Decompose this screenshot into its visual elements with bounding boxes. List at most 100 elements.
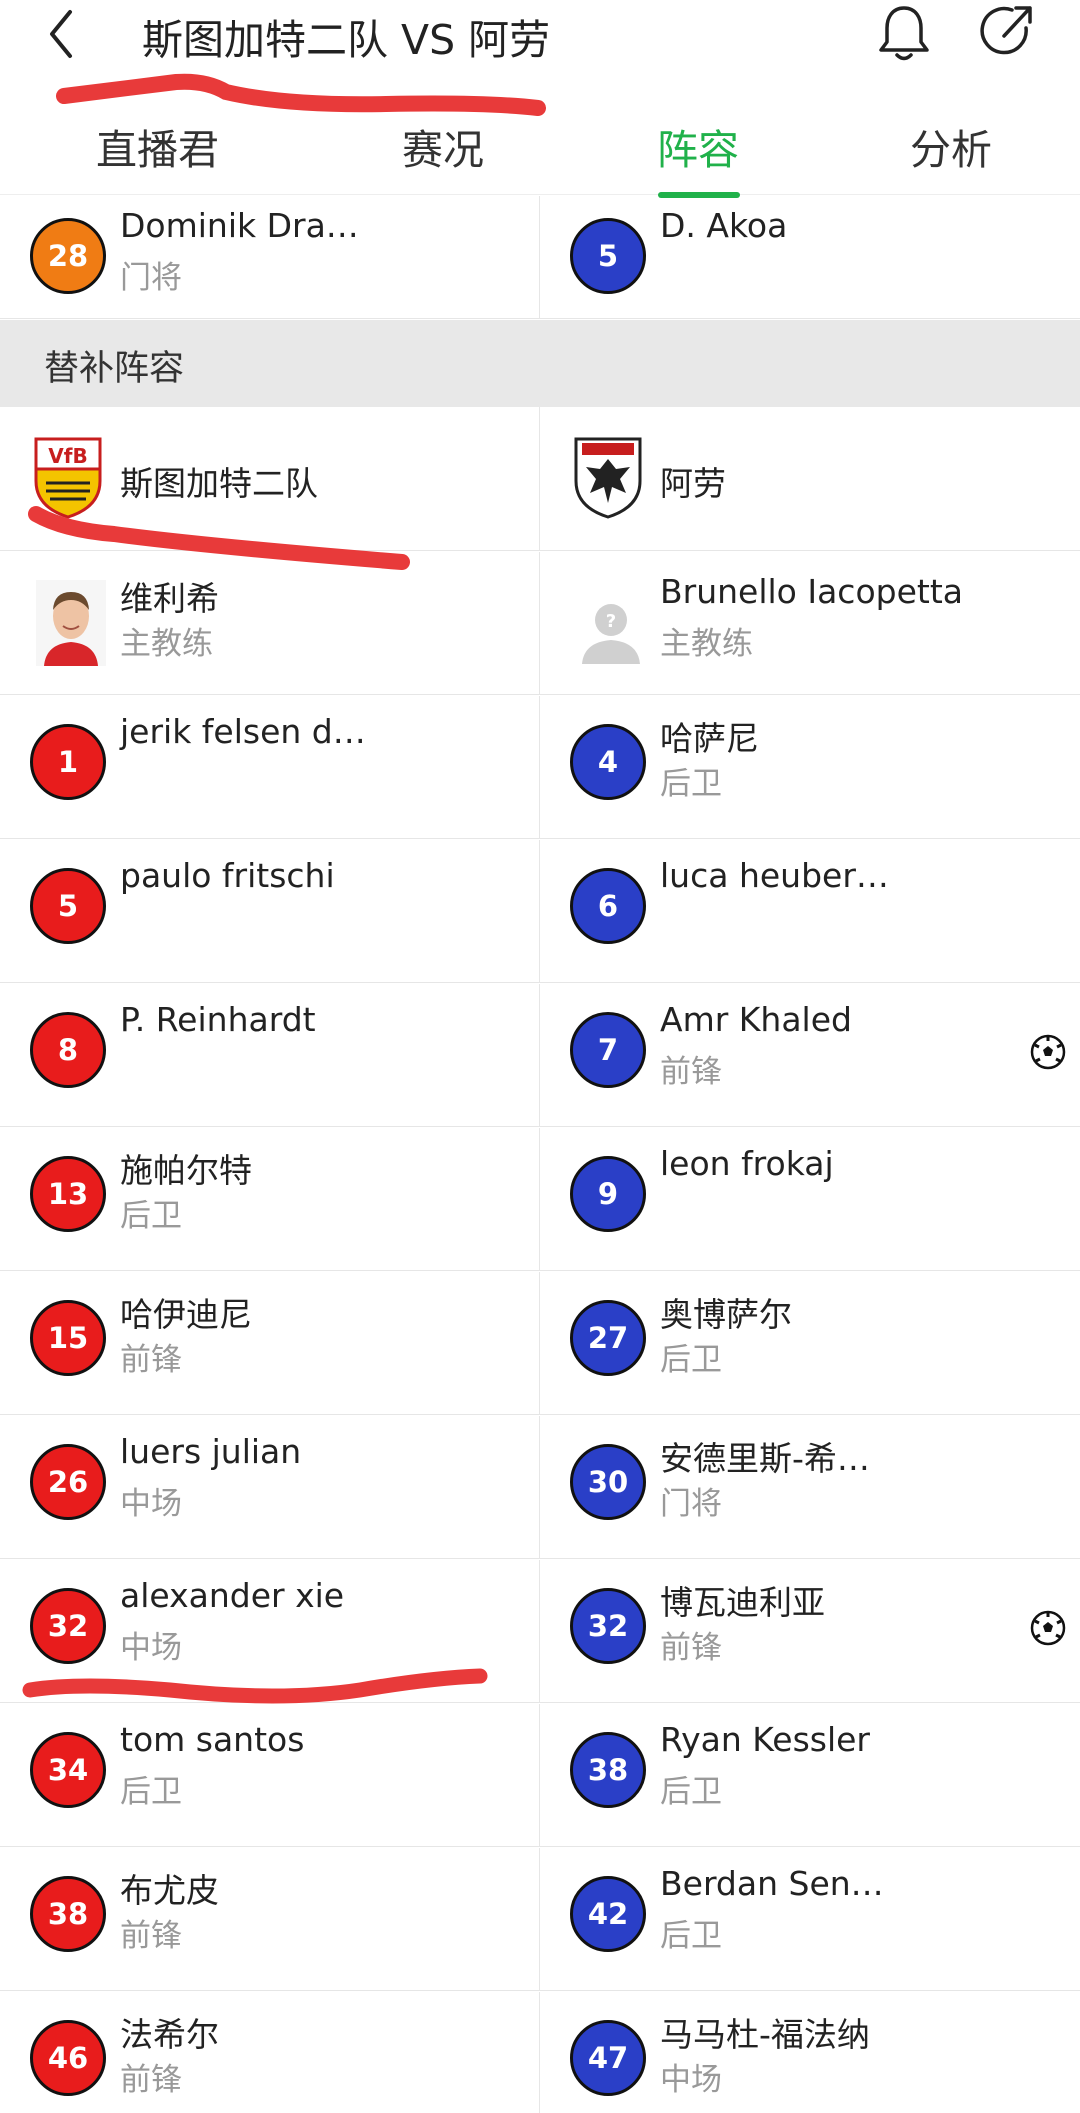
player-row: 15 哈伊迪尼 前锋 27 奥博萨尔 后卫 — [0, 1272, 1080, 1415]
home-player[interactable]: 8 P. Reinhardt — [0, 984, 540, 1126]
player-name: 马马杜-福法纳 — [660, 2015, 870, 2054]
player-position: 前锋 — [120, 1918, 182, 1954]
away-player[interactable]: 6 luca heuber… — [540, 840, 1080, 982]
player-name: jerik felsen d… — [120, 712, 366, 751]
away-coach[interactable]: ? Brunello Iacopetta 主教练 — [540, 552, 1080, 694]
player-row: 32 alexander xie 中场 32 博瓦迪利亚 前锋 — [0, 1560, 1080, 1703]
jersey-number-badge: 4 — [570, 724, 646, 800]
away-player[interactable]: 30 安德里斯-希… 门将 — [540, 1416, 1080, 1558]
away-player[interactable]: 42 Berdan Sen… 后卫 — [540, 1848, 1080, 1990]
player-name: Dominik Dra… — [120, 206, 359, 245]
player-name: 哈萨尼 — [660, 719, 759, 758]
tab-lineup[interactable]: 阵容 — [657, 116, 739, 176]
jersey-number-badge: 1 — [30, 724, 106, 800]
share-icon[interactable] — [978, 2, 1038, 62]
player-position: 后卫 — [120, 1774, 182, 1810]
jersey-number-badge: 5 — [570, 218, 646, 294]
away-player[interactable]: 5 D. Akoa — [540, 196, 1080, 318]
away-player[interactable]: 9 leon frokaj — [540, 1128, 1080, 1270]
page-title: 斯图加特二队 VS 阿劳 — [142, 16, 551, 64]
jersey-number-badge: 7 — [570, 1012, 646, 1088]
jersey-number-badge: 47 — [570, 2020, 646, 2096]
player-position: 后卫 — [660, 1342, 722, 1378]
bench-section-header: 替补阵容 — [0, 320, 1080, 407]
home-team[interactable]: VfB 斯图加特二队 — [0, 407, 540, 550]
away-team-crest-icon — [572, 435, 644, 521]
player-name: 布尤皮 — [120, 1871, 219, 1910]
coach-avatar — [36, 580, 106, 666]
away-player[interactable]: 27 奥博萨尔 后卫 — [540, 1272, 1080, 1414]
coach-name: 维利希 — [120, 579, 219, 618]
player-name: 法希尔 — [120, 2015, 219, 2054]
jersey-number-badge: 8 — [30, 1012, 106, 1088]
home-player[interactable]: 28 Dominik Dra… 门将 — [0, 196, 540, 318]
away-player[interactable]: 4 哈萨尼 后卫 — [540, 696, 1080, 838]
coach-role: 主教练 — [120, 626, 213, 662]
jersey-number-badge: 15 — [30, 1300, 106, 1376]
player-row: 5 paulo fritschi 6 luca heuber… — [0, 840, 1080, 983]
home-player[interactable]: 1 jerik felsen d… — [0, 696, 540, 838]
player-name: luca heuber… — [660, 856, 889, 895]
home-coach[interactable]: 维利希 主教练 — [0, 552, 540, 694]
away-player[interactable]: 47 马马杜-福法纳 中场 — [540, 1992, 1080, 2113]
svg-text:VfB: VfB — [48, 444, 87, 468]
away-player[interactable]: 32 博瓦迪利亚 前锋 — [540, 1560, 1080, 1702]
tab-bar: 直播君 赛况 阵容 分析 — [0, 100, 1080, 198]
player-name: D. Akoa — [660, 206, 788, 245]
player-position: 门将 — [120, 260, 182, 296]
coach-placeholder-icon: ? — [576, 580, 646, 666]
coach-role: 主教练 — [660, 626, 753, 662]
player-name: 奥博萨尔 — [660, 1295, 792, 1334]
home-player[interactable]: 26 luers julian 中场 — [0, 1416, 540, 1558]
player-name: 安德里斯-希… — [660, 1439, 870, 1478]
jersey-number-badge: 6 — [570, 868, 646, 944]
away-team[interactable]: 阿劳 — [540, 407, 1080, 550]
tab-match-status[interactable]: 赛况 — [402, 116, 484, 176]
player-position: 中场 — [660, 2062, 722, 2098]
player-position: 后卫 — [120, 1198, 182, 1234]
player-row: 8 P. Reinhardt 7 Amr Khaled 前锋 — [0, 984, 1080, 1127]
jersey-number-badge: 27 — [570, 1300, 646, 1376]
player-position: 门将 — [660, 1486, 722, 1522]
home-player[interactable]: 38 布尤皮 前锋 — [0, 1848, 540, 1990]
jersey-number-badge: 13 — [30, 1156, 106, 1232]
home-player[interactable]: 34 tom santos 后卫 — [0, 1704, 540, 1846]
home-player[interactable]: 15 哈伊迪尼 前锋 — [0, 1272, 540, 1414]
team-row: VfB 斯图加特二队 阿劳 — [0, 407, 1080, 551]
away-player[interactable]: 38 Ryan Kessler 后卫 — [540, 1704, 1080, 1846]
tab-live[interactable]: 直播君 — [96, 116, 219, 176]
player-row: 28 Dominik Dra… 门将 5 D. Akoa — [0, 196, 1080, 319]
player-name: luers julian — [120, 1432, 302, 1471]
home-player[interactable]: 5 paulo fritschi — [0, 840, 540, 982]
bell-icon[interactable] — [874, 2, 934, 64]
top-bar: 斯图加特二队 VS 阿劳 — [0, 0, 1080, 80]
away-team-name: 阿劳 — [660, 464, 726, 503]
soccer-ball-icon — [1030, 1610, 1066, 1646]
back-chevron-icon[interactable] — [40, 8, 88, 60]
player-position: 前锋 — [660, 1630, 722, 1666]
player-name: tom santos — [120, 1720, 305, 1759]
player-name: P. Reinhardt — [120, 1000, 316, 1039]
jersey-number-badge: 38 — [570, 1732, 646, 1808]
player-name: Berdan Sen… — [660, 1864, 884, 1903]
player-position: 前锋 — [120, 1342, 182, 1378]
player-position: 后卫 — [660, 766, 722, 802]
player-row: 46 法希尔 前锋 47 马马杜-福法纳 中场 — [0, 1992, 1080, 2113]
coach-name: Brunello Iacopetta — [660, 572, 963, 611]
jersey-number-badge: 38 — [30, 1876, 106, 1952]
section-title: 替补阵容 — [44, 349, 185, 389]
home-player[interactable]: 32 alexander xie 中场 — [0, 1560, 540, 1702]
jersey-number-badge: 46 — [30, 2020, 106, 2096]
jersey-number-badge: 5 — [30, 868, 106, 944]
player-position: 中场 — [120, 1630, 182, 1666]
player-name: 博瓦迪利亚 — [660, 1583, 825, 1622]
jersey-number-badge: 26 — [30, 1444, 106, 1520]
away-player[interactable]: 7 Amr Khaled 前锋 — [540, 984, 1080, 1126]
jersey-number-badge: 34 — [30, 1732, 106, 1808]
home-player[interactable]: 13 施帕尔特 后卫 — [0, 1128, 540, 1270]
player-name: Amr Khaled — [660, 1000, 852, 1039]
tab-analysis[interactable]: 分析 — [910, 116, 992, 176]
home-player[interactable]: 46 法希尔 前锋 — [0, 1992, 540, 2113]
home-team-name: 斯图加特二队 — [120, 464, 318, 503]
player-row: 38 布尤皮 前锋 42 Berdan Sen… 后卫 — [0, 1848, 1080, 1991]
